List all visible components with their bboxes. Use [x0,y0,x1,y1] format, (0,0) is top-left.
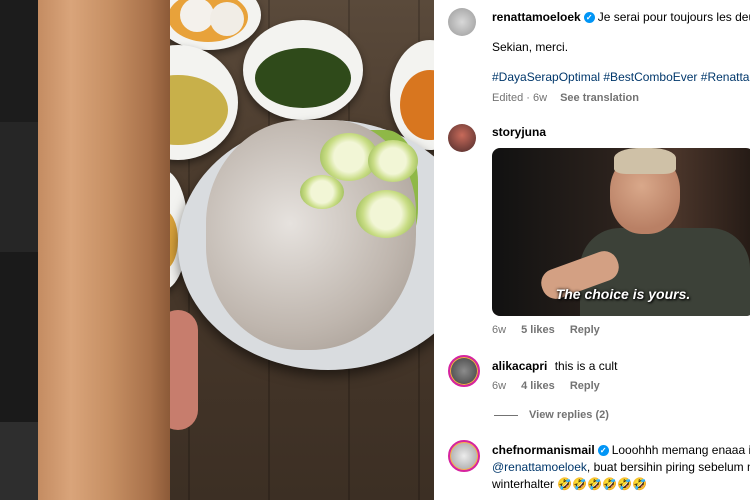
comment-username[interactable]: chefnormanismail ✓ Looohhh memang enaaa in… [492,443,750,457]
avatar[interactable] [448,8,476,36]
comment-username[interactable]: renattamoeloek ✓ Je serai pour toujours le… [492,10,750,24]
avatar[interactable] [448,355,480,387]
avatar[interactable] [448,440,480,472]
gif-caption: The choice is yours. [555,286,691,302]
reply-button[interactable]: Reply [570,324,600,336]
egg-bowl [156,0,261,50]
verified-icon: ✓ [583,12,595,24]
comment-age: 6w [492,380,507,392]
baguette [38,0,170,500]
left-sidebar-strip [0,0,38,500]
verified-icon: ✓ [597,445,609,457]
mention-link[interactable]: @renattamoeloek [492,460,587,474]
edited-label: Edited · 6w [492,92,548,104]
comment-text-line: winterhalter 🤣🤣🤣🤣🤣🤣 [492,477,648,491]
strip-thumbnail-2 [0,122,38,253]
comments-panel: renattamoeloek ✓ Je serai pour toujours le… [434,0,750,500]
comment-hashtags[interactable]: #DayaSerapOptimal #BestComboEver #Renatt… [492,70,750,84]
comment-text-line: Sekian, merci. [492,40,569,54]
comment-username[interactable]: storyjuna [492,125,546,139]
comment-text: Je serai pour toujours les deux [597,10,750,24]
strip-thumbnail-1 [0,0,38,123]
strip-thumbnail-3 [0,252,38,423]
post-media-image[interactable] [38,0,434,500]
view-replies-link[interactable]: View replies (2) [529,409,609,421]
see-translation-link[interactable]: See translation [560,92,639,104]
reply-button[interactable]: Reply [570,380,600,392]
likes-count[interactable]: 4 likes [521,380,555,392]
comment-text: Looohhh memang enaaa ini [611,443,750,457]
green-sauce-bowl [243,20,363,120]
view-replies-divider [494,415,518,416]
cucumber-slice [368,140,418,182]
comment-text: this is a cult [554,359,618,373]
strip-thumbnail-4 [0,422,38,500]
gif-reply[interactable]: The choice is yours. [492,148,750,316]
comment-text-line: , buat bersihin piring sebelum m [586,460,750,474]
avatar[interactable] [448,124,476,152]
likes-count[interactable]: 5 likes [521,324,555,336]
cucumber-slice [300,175,344,209]
comment-age: 6w [492,324,507,336]
cucumber-slice [356,190,416,238]
comment-username[interactable]: alikacapri this is a cult [492,359,617,373]
